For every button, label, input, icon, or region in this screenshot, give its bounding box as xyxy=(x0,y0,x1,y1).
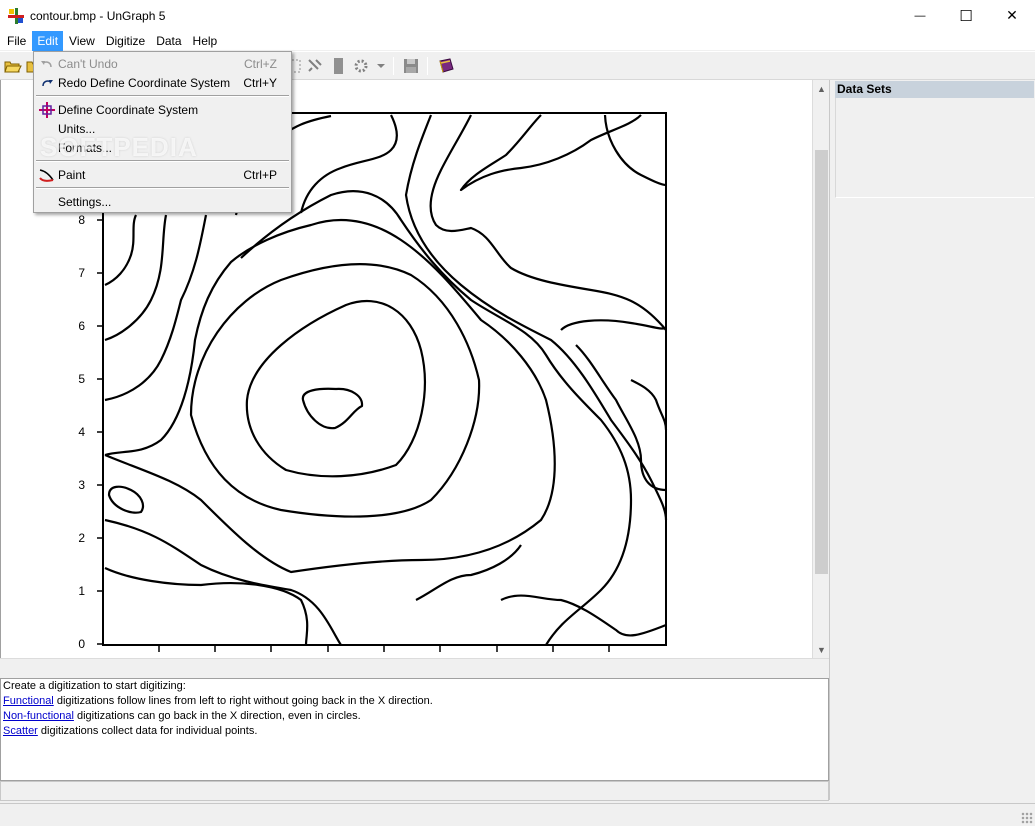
toolbar-separator xyxy=(393,57,394,75)
title-bar: contour.bmp - UnGraph 5 — ☐ ✕ xyxy=(0,0,1035,31)
close-icon: ✕ xyxy=(1006,7,1018,23)
menu-separator xyxy=(36,187,289,189)
menu-file[interactable]: File xyxy=(2,31,31,51)
undo-shortcut: Ctrl+Z xyxy=(244,56,277,71)
y-tick-label: 3 xyxy=(78,478,85,492)
resize-grip-icon[interactable] xyxy=(1021,812,1033,824)
bar-icon[interactable] xyxy=(328,56,348,76)
nonfunctional-link[interactable]: Non-functional xyxy=(3,710,74,722)
open-folder-icon[interactable] xyxy=(3,56,23,76)
scroll-up-icon[interactable]: ▲ xyxy=(813,80,830,97)
info-line: Create a digitization to start digitizin… xyxy=(3,679,826,694)
book-icon[interactable] xyxy=(436,56,456,76)
menu-units[interactable]: Units... xyxy=(36,119,289,138)
edit-menu-dropdown: Can't Undo Ctrl+Z Redo Define Coordinate… xyxy=(33,51,292,213)
menu-bar: File Edit View Digitize Data Help xyxy=(0,30,1035,51)
y-tick-label: 6 xyxy=(78,319,85,333)
floppy-icon[interactable] xyxy=(401,56,421,76)
maximize-icon: ☐ xyxy=(959,7,973,25)
menu-data[interactable]: Data xyxy=(151,31,186,51)
close-button[interactable]: ✕ xyxy=(989,0,1035,31)
minimize-icon: — xyxy=(914,9,926,22)
menu-undo[interactable]: Can't Undo Ctrl+Z xyxy=(36,54,289,73)
menu-settings[interactable]: Settings... xyxy=(36,192,289,211)
undo-label: Can't Undo xyxy=(58,56,118,71)
functional-description: digitizations follow lines from left to … xyxy=(53,695,433,707)
x-tick-marks xyxy=(158,645,610,652)
digitize-icon[interactable] xyxy=(305,56,325,76)
paint-brush-icon xyxy=(36,165,58,184)
settings-gear-icon[interactable] xyxy=(351,56,387,76)
minimize-button[interactable]: — xyxy=(897,0,943,31)
vertical-scrollbar[interactable]: ▲ ▼ xyxy=(812,80,829,658)
menu-help[interactable]: Help xyxy=(188,31,223,51)
y-tick-label: 4 xyxy=(78,425,85,439)
data-sets-header: Data Sets xyxy=(835,81,1034,98)
menu-digitize-label: Digitize xyxy=(105,33,146,48)
info-line: Functional digitizations follow lines fr… xyxy=(3,694,826,709)
menu-data-label: Data xyxy=(156,33,182,48)
maximize-button[interactable]: ☐ xyxy=(943,0,989,31)
formats-label: Formats... xyxy=(58,140,113,155)
define-cs-label: Define Coordinate System xyxy=(58,102,199,117)
functional-link[interactable]: Functional xyxy=(3,695,54,707)
menu-formats[interactable]: Formats... xyxy=(36,138,289,157)
settings-label: Settings... xyxy=(58,194,112,209)
paint-shortcut: Ctrl+P xyxy=(243,167,277,182)
menu-file-label: File xyxy=(7,33,27,48)
y-tick-label: 0 xyxy=(78,637,85,651)
info-line: Non-functional digitizations can go back… xyxy=(3,709,826,724)
ungraph-app-icon[interactable] xyxy=(8,7,24,24)
horizontal-scroll-strip xyxy=(0,658,829,678)
nonfunctional-description: digitizations can go back in the X direc… xyxy=(73,710,361,722)
info-line: Scatter digitizations collect data for i… xyxy=(3,724,826,739)
menu-view[interactable]: View xyxy=(64,31,100,51)
redo-label: Redo Define Coordinate System xyxy=(58,75,231,90)
menu-view-label: View xyxy=(69,33,95,48)
menu-edit-label: Edit xyxy=(37,33,59,48)
window-title: contour.bmp - UnGraph 5 xyxy=(30,8,166,23)
redo-icon xyxy=(36,73,58,92)
data-sets-panel: Data Sets xyxy=(829,80,1035,800)
y-tick-label: 7 xyxy=(78,266,85,280)
undo-icon xyxy=(36,54,58,73)
menu-edit[interactable]: Edit xyxy=(32,30,64,51)
menu-define-coordinate-system[interactable]: Define Coordinate System xyxy=(36,100,289,119)
y-tick-label: 8 xyxy=(78,213,85,227)
units-label: Units... xyxy=(58,121,96,136)
menu-separator xyxy=(36,160,289,162)
y-tick-label: 5 xyxy=(78,372,85,386)
scrollbar-thumb[interactable] xyxy=(815,150,828,574)
crosshair-icon xyxy=(36,100,58,119)
status-bar xyxy=(0,803,1035,826)
menu-digitize[interactable]: Digitize xyxy=(101,31,150,51)
scatter-link[interactable]: Scatter xyxy=(3,725,38,737)
redo-shortcut: Ctrl+Y xyxy=(243,75,277,90)
y-tick-label: 1 xyxy=(78,584,85,598)
info-intro-text: Create a digitization to start digitizin… xyxy=(3,680,186,692)
secondary-bar xyxy=(0,781,829,801)
scroll-down-icon[interactable]: ▼ xyxy=(813,641,830,658)
data-sets-list[interactable] xyxy=(835,98,1034,198)
menu-help-label: Help xyxy=(192,33,218,48)
menu-paint[interactable]: Paint Ctrl+P xyxy=(36,165,289,184)
info-panel: Create a digitization to start digitizin… xyxy=(0,678,829,781)
menu-separator xyxy=(36,95,289,97)
paint-label: Paint xyxy=(58,167,86,182)
scatter-description: digitizations collect data for individua… xyxy=(37,725,258,737)
toolbar-separator-2 xyxy=(427,57,428,75)
y-tick-label: 2 xyxy=(78,531,85,545)
menu-redo[interactable]: Redo Define Coordinate System Ctrl+Y xyxy=(36,73,289,92)
window-controls: — ☐ ✕ xyxy=(897,0,1035,31)
